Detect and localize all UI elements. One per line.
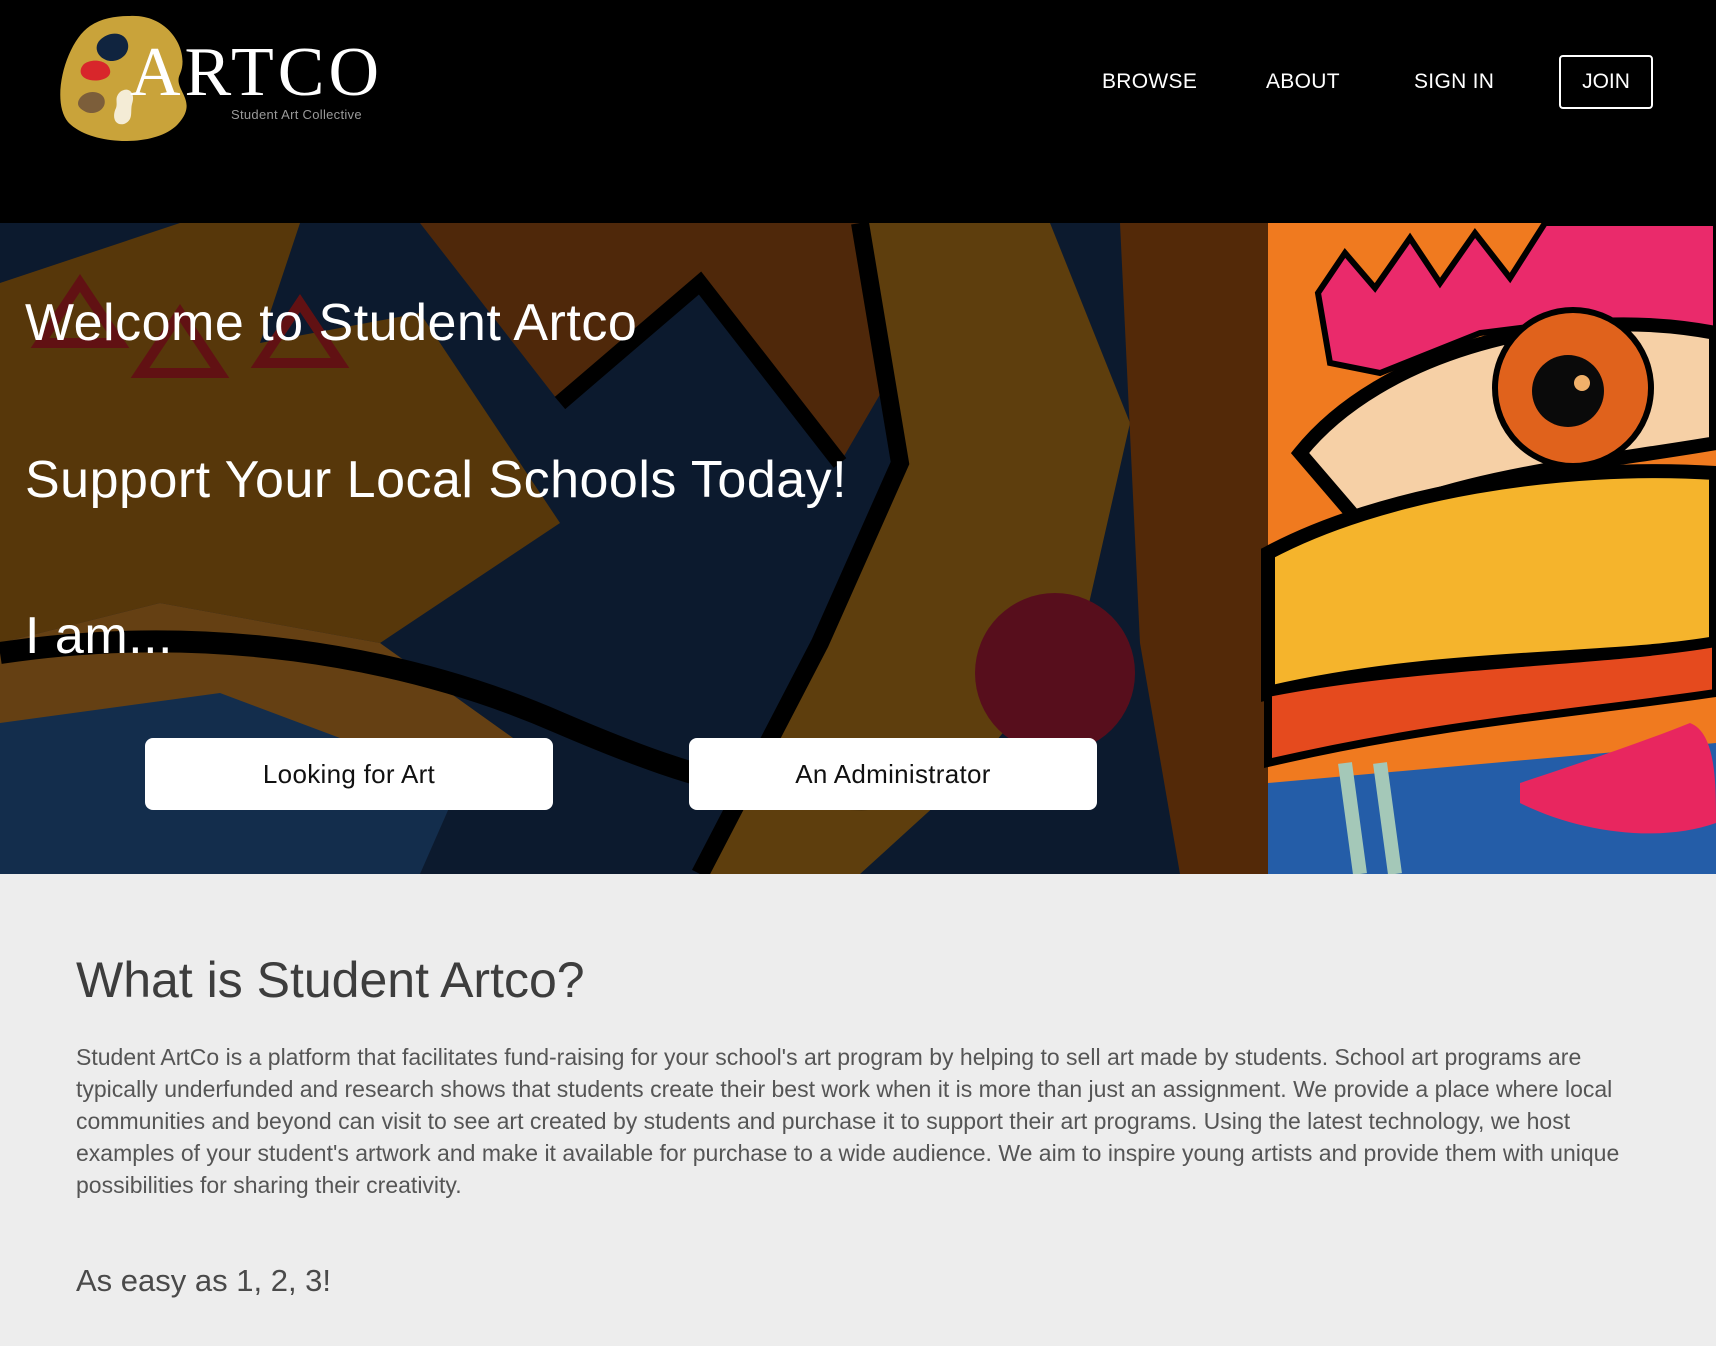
- hero-welcome-heading: Welcome to Student Artco: [25, 294, 638, 352]
- nav-browse-link[interactable]: BROWSE: [1102, 55, 1197, 109]
- steps-subheading: As easy as 1, 2, 3!: [76, 1263, 332, 1298]
- hero-banner: Welcome to Student Artco Support Your Lo…: [0, 223, 1716, 874]
- administrator-button[interactable]: An Administrator: [689, 738, 1097, 810]
- nav-sign-in-link[interactable]: SIGN IN: [1414, 55, 1494, 109]
- about-description: Student ArtCo is a platform that facilit…: [76, 1044, 1620, 1198]
- hero-support-heading: Support Your Local Schools Today!: [25, 451, 848, 509]
- looking-for-art-button[interactable]: Looking for Art: [145, 738, 553, 810]
- site-header: ARTCO Student Art Collective BROWSE ABOU…: [0, 0, 1716, 223]
- hero-i-am-label: I am...: [25, 607, 173, 665]
- nav-about-link[interactable]: ABOUT: [1266, 55, 1340, 109]
- about-section: What is Student Artco? Student ArtCo is …: [76, 952, 1646, 1298]
- logo-tagline: Student Art Collective: [231, 107, 362, 122]
- about-title: What is Student Artco?: [76, 952, 585, 1008]
- nav-join-button[interactable]: JOIN: [1559, 55, 1653, 109]
- artco-logo[interactable]: ARTCO Student Art Collective: [60, 12, 380, 147]
- logo-wordmark: ARTCO: [130, 34, 384, 111]
